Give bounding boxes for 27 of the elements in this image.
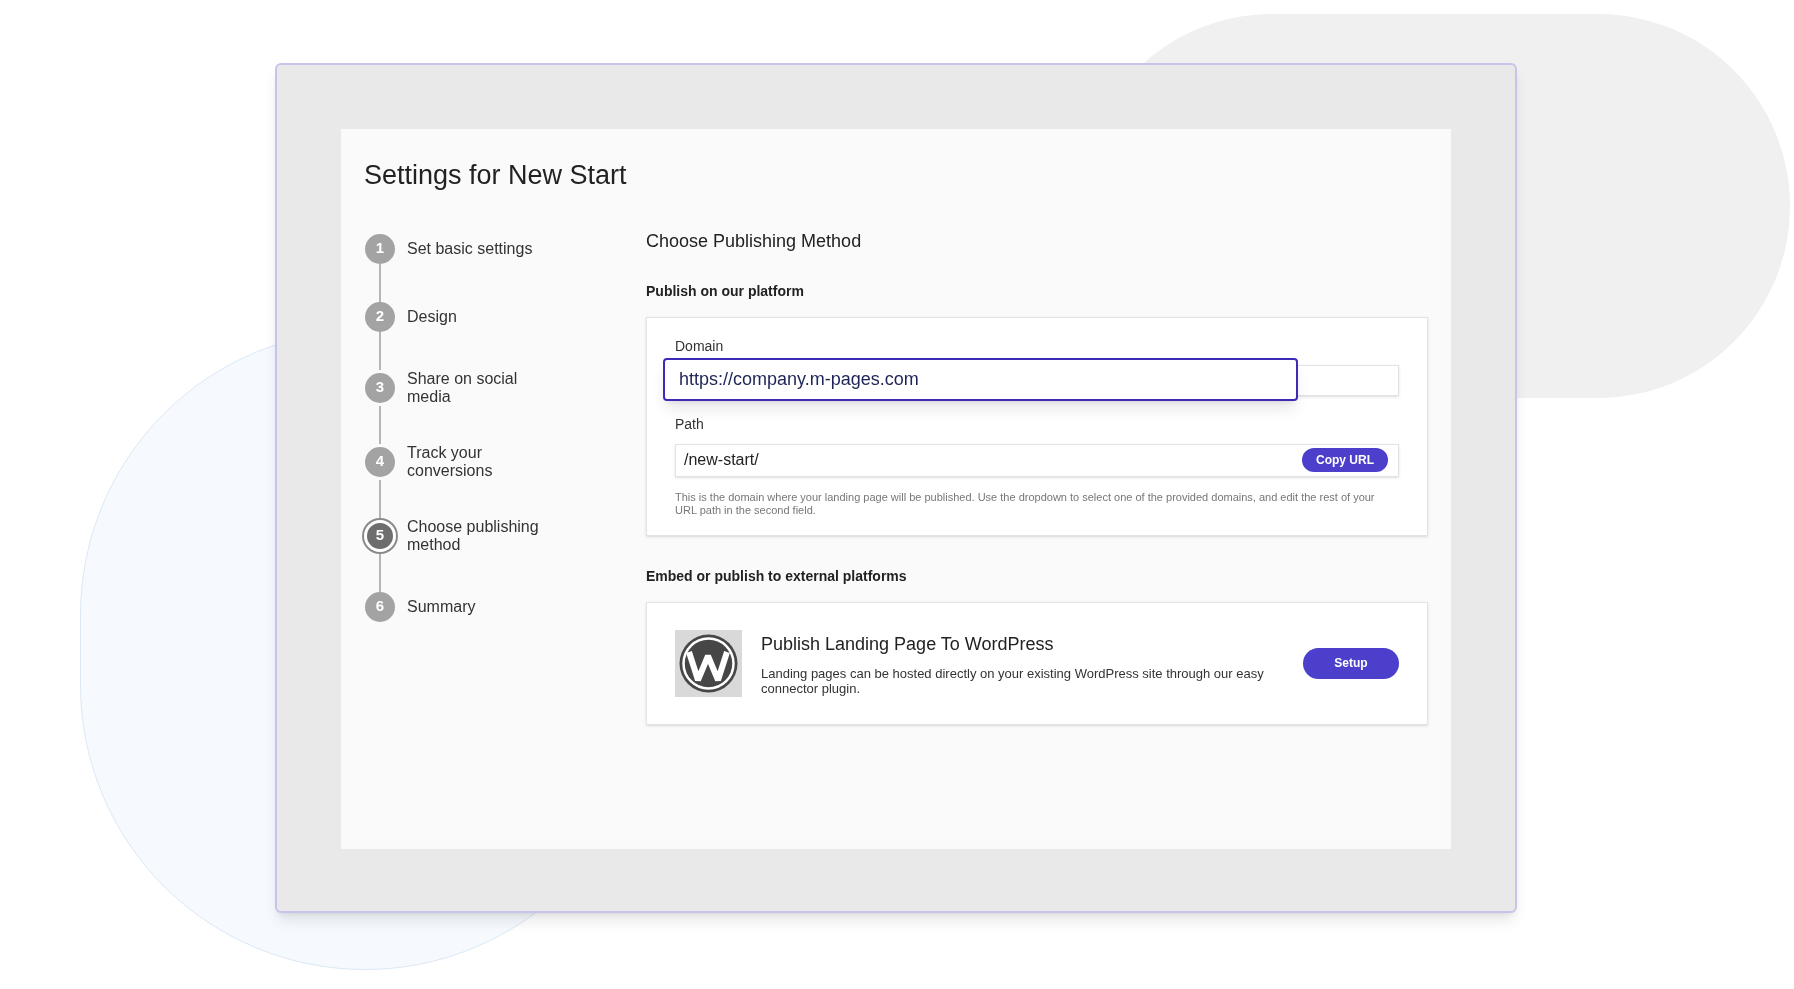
step-number: 6 [365, 591, 395, 622]
step-label[interactable]: Design [407, 307, 557, 326]
path-field[interactable]: /new-start/ Copy URL [675, 443, 1399, 477]
card-title: Publish Landing Page To WordPress [761, 632, 1055, 656]
step-number: 1 [365, 233, 395, 264]
step-label[interactable]: Track your conversions [407, 443, 557, 480]
path-value: /new-start/ [684, 450, 759, 470]
field-label: Path [675, 414, 704, 434]
section-title: Choose Publishing Method [646, 229, 862, 253]
step-label[interactable]: Choose publishing method [407, 517, 557, 554]
help-text: This is the domain where your landing page will be published. Use the dropdown to select one of the provided domains, and edit the rest of your URL path in the second field. [675, 490, 1376, 517]
page-title: Settings for New Start [364, 159, 627, 192]
section-heading: Embed or publish to external platforms [646, 566, 907, 586]
field-label: Domain [675, 336, 724, 356]
wordpress-logo-icon [675, 629, 742, 697]
step-number: 5 [364, 519, 396, 552]
step-number: 4 [365, 446, 395, 477]
step-label[interactable]: Set basic settings [407, 239, 557, 258]
step-number: 3 [365, 372, 395, 403]
card-description: Landing pages can be hosted directly on your existing WordPress site through our easy connector plugin. [761, 665, 1265, 696]
step-label[interactable]: Share on social media [407, 369, 557, 406]
step-label[interactable]: Summary [407, 597, 557, 616]
step-number: 2 [365, 301, 395, 332]
section-heading: Publish on our platform [646, 281, 804, 301]
domain-field[interactable]: https://company.m-pages.com [663, 357, 1298, 401]
setup-button[interactable]: Setup [1303, 647, 1399, 679]
copy-url-button[interactable]: Copy URL [1302, 448, 1388, 472]
